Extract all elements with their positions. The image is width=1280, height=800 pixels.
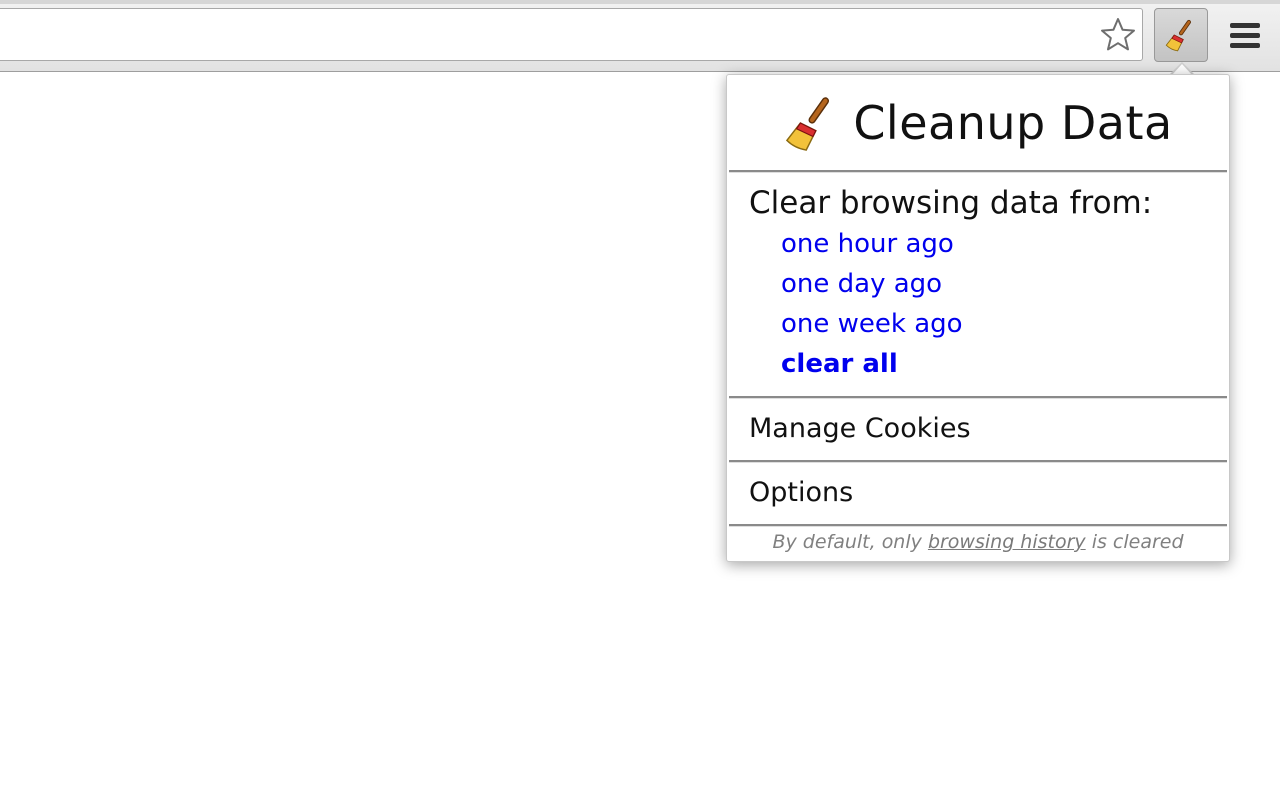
cleanup-popup: Cleanup Data Clear browsing data from: o… — [726, 74, 1230, 562]
cleanup-extension-button[interactable] — [1154, 8, 1208, 62]
range-link-one-week[interactable]: one week ago — [781, 309, 963, 339]
star-outline-icon — [1101, 18, 1135, 51]
divider — [729, 460, 1227, 463]
range-link-clear-all[interactable]: clear all — [781, 349, 898, 379]
default-note-suffix: is cleared — [1091, 531, 1184, 553]
divider — [729, 170, 1227, 173]
divider — [729, 524, 1227, 527]
menu-bar-line — [1230, 42, 1260, 48]
popup-title: Cleanup Data — [853, 96, 1173, 150]
broom-icon — [786, 97, 830, 151]
menu-bar-line — [1230, 22, 1260, 28]
address-bar[interactable] — [0, 8, 1143, 61]
range-link-one-day[interactable]: one day ago — [781, 269, 942, 299]
popup-header: Cleanup Data — [727, 75, 1229, 171]
bookmark-star-button[interactable] — [1098, 15, 1138, 55]
manage-cookies-button[interactable]: Manage Cookies — [749, 413, 971, 444]
range-link-one-hour[interactable]: one hour ago — [781, 229, 954, 259]
browser-toolbar — [0, 0, 1280, 72]
broom-icon — [1165, 19, 1191, 52]
divider — [729, 396, 1227, 399]
default-note-prefix: By default, only — [772, 531, 922, 553]
browser-menu-button[interactable] — [1224, 14, 1266, 56]
clear-from-label: Clear browsing data from: — [749, 185, 1153, 221]
browsing-history-link[interactable]: browsing history — [928, 531, 1086, 553]
default-note: By default, only browsing history is cle… — [727, 531, 1229, 553]
options-button[interactable]: Options — [749, 477, 853, 508]
toolbar-top-edge — [0, 0, 1280, 4]
menu-bar-line — [1230, 32, 1260, 38]
